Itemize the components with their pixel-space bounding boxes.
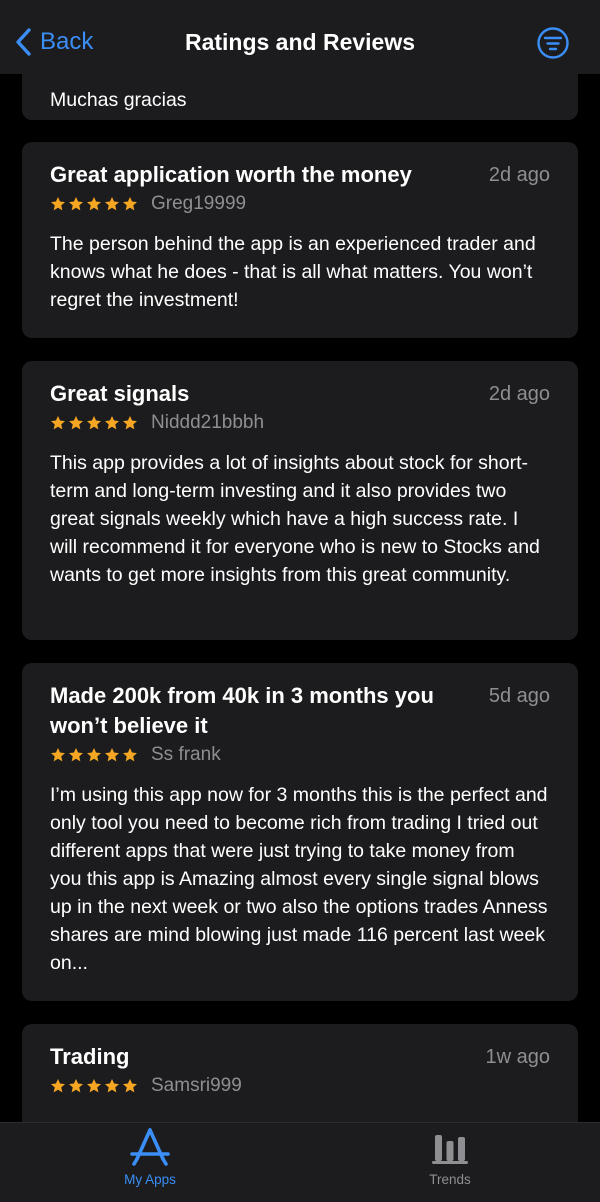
filter-icon xyxy=(537,27,569,59)
review-body: The person behind the app is an experien… xyxy=(50,233,536,311)
review-meta: Samsri999 xyxy=(50,1072,550,1100)
star-rating xyxy=(50,747,138,763)
star-icon xyxy=(69,197,83,211)
star-icon xyxy=(87,416,101,430)
star-icon xyxy=(51,748,65,762)
star-icon xyxy=(69,1079,83,1093)
review-date: 5d ago xyxy=(488,685,550,707)
review-meta: Greg19999 xyxy=(50,190,550,218)
star-icon xyxy=(51,197,65,211)
review-meta: Niddd21bbbh xyxy=(50,409,550,437)
review-author: Niddd21bbbh xyxy=(151,412,265,433)
star-icon xyxy=(123,1079,137,1093)
review-meta: Ss frank xyxy=(50,741,550,769)
star-icon xyxy=(87,1079,101,1093)
tab-bar: My Apps Trends xyxy=(0,1122,600,1202)
star-icon xyxy=(105,748,119,762)
page-title: Ratings and Reviews xyxy=(184,29,416,55)
reviews-list[interactable]: Muchas gracias Great application worth t… xyxy=(0,74,600,1122)
review-header: Great signals 2d ago xyxy=(50,379,550,409)
review-title: Great application worth the money xyxy=(50,162,412,187)
review-card[interactable]: Trading 1w ago Samsri999 xyxy=(22,1024,578,1122)
review-card[interactable]: Muchas gracias xyxy=(22,74,578,120)
star-rating xyxy=(50,415,138,431)
tab-trends[interactable]: Trends xyxy=(390,1127,510,1189)
filter-button[interactable] xyxy=(536,26,570,60)
star-icon xyxy=(123,416,137,430)
trends-icon xyxy=(432,1135,468,1164)
tab-label: Trends xyxy=(429,1172,471,1187)
star-icon xyxy=(69,748,83,762)
star-icon xyxy=(105,416,119,430)
review-author: Ss frank xyxy=(151,744,221,765)
review-date: 2d ago xyxy=(488,164,550,186)
review-date: 1w ago xyxy=(485,1046,551,1068)
review-author: Samsri999 xyxy=(151,1075,242,1096)
review-body: I’m using this app now for 3 months this… xyxy=(50,784,548,974)
star-icon xyxy=(51,1079,65,1093)
navigation-bar: Back Ratings and Reviews xyxy=(0,0,600,74)
review-date: 2d ago xyxy=(488,383,550,405)
review-author: Greg19999 xyxy=(151,193,247,214)
review-card[interactable]: Great application worth the money 2d ago… xyxy=(22,142,578,338)
app-store-icon xyxy=(130,1128,170,1166)
review-body: Muchas gracias xyxy=(50,89,187,111)
star-icon xyxy=(123,748,137,762)
review-header: Great application worth the money 2d ago xyxy=(50,160,550,190)
star-icon xyxy=(51,416,65,430)
star-icon xyxy=(105,197,119,211)
tab-my-apps[interactable]: My Apps xyxy=(90,1127,210,1189)
review-header: Made 200k from 40k in 3 months you won’t… xyxy=(50,681,550,741)
tab-label: My Apps xyxy=(124,1172,176,1187)
star-icon xyxy=(105,1079,119,1093)
review-title: Great signals xyxy=(50,381,190,406)
review-body: This app provides a lot of insights abou… xyxy=(50,452,540,586)
review-card[interactable]: Great signals 2d ago Niddd21bbbh This ap… xyxy=(22,361,578,640)
star-rating xyxy=(50,1078,138,1094)
review-header: Trading 1w ago xyxy=(50,1042,550,1072)
review-card[interactable]: Made 200k from 40k in 3 months you won’t… xyxy=(22,663,578,1001)
star-icon xyxy=(69,416,83,430)
review-title: Trading xyxy=(50,1044,130,1069)
star-rating xyxy=(50,196,138,212)
star-icon xyxy=(123,197,137,211)
star-icon xyxy=(87,748,101,762)
review-title: Made 200k from 40k in 3 months you won’t… xyxy=(50,683,434,738)
star-icon xyxy=(87,197,101,211)
